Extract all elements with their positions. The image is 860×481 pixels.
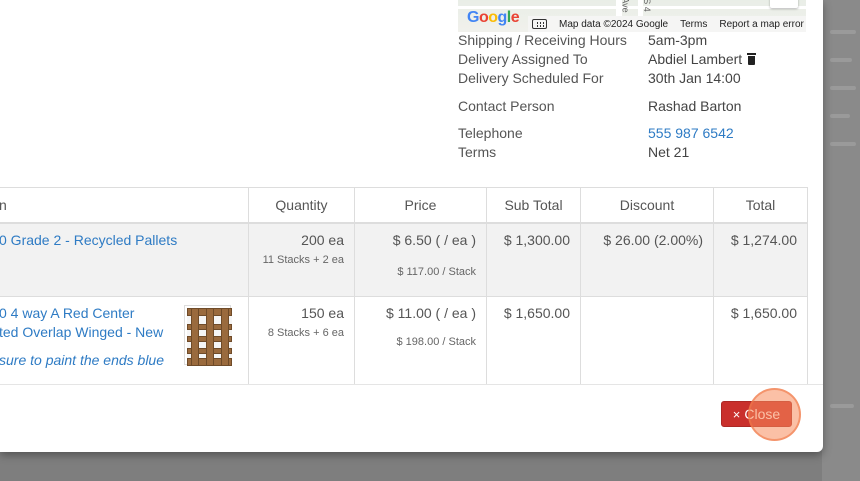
pallet-image [187,308,232,366]
quantity-cell: 150 ea 8 Stacks + 6 ea [248,296,355,385]
column-header-price: Price [354,187,487,224]
subtotal-cell: $ 1,300.00 [486,222,581,297]
column-header-item: n [0,187,249,224]
backdrop-text [830,30,856,34]
price-cell: $ 11.00 ( / ea ) $ 198.00 / Stack [354,296,487,385]
terms-label: Terms [458,144,497,160]
backdrop-text [830,404,854,408]
delivery-assigned-label: Delivery Assigned To [458,51,588,67]
google-logo: Google [467,9,520,26]
street-label: S 4 [641,0,652,12]
quantity-value: 200 ea [301,231,344,248]
backdrop-text [830,86,856,90]
street-label: Ave [620,0,631,13]
keyboard-icon[interactable] [532,19,547,29]
contact-person-value: Rashad Barton [648,98,742,114]
column-header-discount: Discount [580,187,714,224]
quantity-value: 150 ea [301,305,344,321]
quantity-cell: 200 ea 11 Stacks + 2 ea [248,222,355,297]
map-report-link[interactable]: Report a map error [719,19,803,30]
table-row: 0 Grade 2 - Recycled Pallets 200 ea 11 S… [0,222,808,297]
price-value: $ 6.50 ( / ea ) [392,231,476,248]
price-detail: $ 198.00 / Stack [396,336,477,348]
terms-value: Net 21 [648,144,690,160]
product-cell: 0 Grade 2 - Recycled Pallets [0,222,249,297]
map-terms-link[interactable]: Terms [680,19,707,30]
discount-cell [580,296,714,385]
delivery-scheduled-row: Delivery Scheduled For 30th Jan 14:00 [458,70,818,86]
product-link[interactable]: 0 4 way A Red Center [0,305,179,321]
trash-icon[interactable] [747,53,757,65]
delivery-assigned-value: Abdiel Lambert [648,51,757,67]
quantity-detail: 11 Stacks + 2 ea [262,253,344,266]
backdrop-text [830,142,856,146]
delivery-scheduled-value: 30th Jan 14:00 [648,70,741,86]
column-header-total: Total [713,187,808,224]
modal-backdrop [822,0,860,481]
discount-cell: $ 26.00 (2.00%) [580,222,714,297]
map-attribution: Map data ©2024 Google Terms Report a map… [528,16,806,32]
shipping-hours-row: Shipping / Receiving Hours 5am-3pm [458,32,818,48]
column-header-subtotal: Sub Total [486,187,581,224]
telephone-label: Telephone [458,125,523,141]
terms-row: Terms Net 21 [458,144,818,160]
total-cell: $ 1,650.00 [713,296,808,385]
map-data-text: Map data ©2024 Google [559,18,669,30]
order-details-modal: Ave S 4 Google Map data ©2024 Google Ter… [0,0,823,452]
shipping-hours-value: 5am-3pm [648,32,708,48]
product-link-continued[interactable]: ted Overlap Winged - New [0,324,179,340]
pallet-stringer [191,308,199,366]
pallet-stringer [221,308,229,366]
product-cell: 0 4 way A Red Center ted Overlap Winged … [0,296,249,385]
delivery-map[interactable]: Ave S 4 Google Map data ©2024 Google Ter… [458,0,806,32]
price-cell: $ 6.50 ( / ea ) $ 117.00 / Stack [354,222,487,297]
map-zoom-control[interactable] [770,0,798,8]
assignee-name: Abdiel Lambert [648,51,743,67]
pallet-stringer [206,308,214,366]
telephone-row: Telephone 555 987 6542 [458,125,818,141]
close-icon: × [732,406,741,422]
table-row: 0 4 way A Red Center ted Overlap Winged … [0,296,808,385]
contact-person-row: Contact Person Rashad Barton [458,98,818,114]
column-header-quantity: Quantity [248,187,355,224]
line-items-table: n Quantity Price Sub Total Discount Tota… [0,187,808,385]
total-cell: $ 1,274.00 [713,222,808,297]
product-link[interactable]: 0 Grade 2 - Recycled Pallets [0,232,238,248]
price-detail: $ 117.00 / Stack [397,265,476,278]
quantity-detail: 8 Stacks + 6 ea [267,327,344,339]
shipping-hours-label: Shipping / Receiving Hours [458,32,627,48]
modal-footer-divider [0,384,823,385]
backdrop-text [830,114,850,118]
price-value: $ 11.00 ( / ea ) [385,305,476,321]
pallet-thumbnail[interactable] [184,305,232,366]
contact-person-label: Contact Person [458,98,555,114]
table-header-row: n Quantity Price Sub Total Discount Tota… [0,187,808,224]
subtotal-cell: $ 1,650.00 [486,296,581,385]
telephone-link[interactable]: 555 987 6542 [648,125,734,141]
delivery-assigned-row: Delivery Assigned To Abdiel Lambert [458,51,818,67]
close-label: Close [744,406,781,422]
delivery-scheduled-label: Delivery Scheduled For [458,70,604,86]
backdrop-text [830,58,852,62]
close-button[interactable]: × Close [721,401,792,427]
